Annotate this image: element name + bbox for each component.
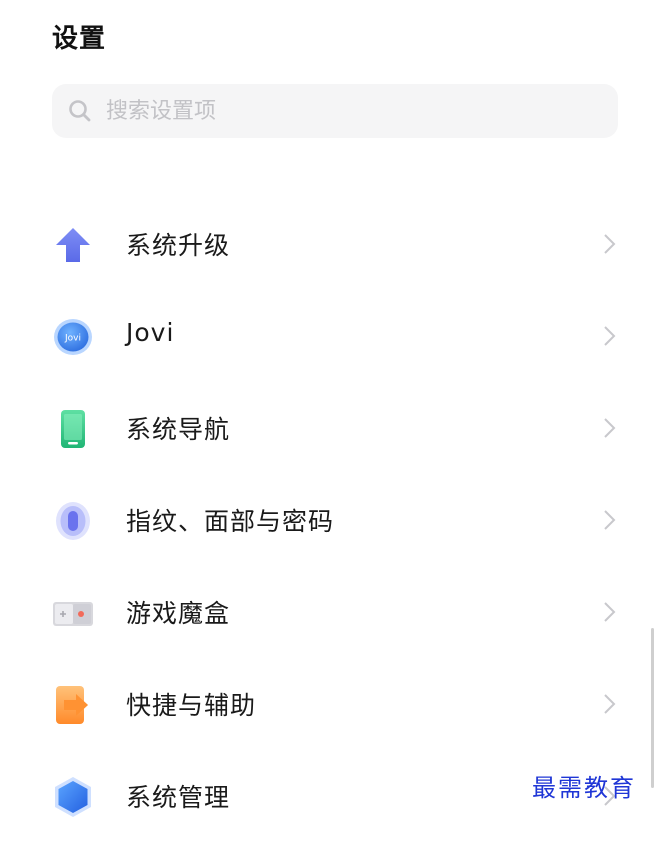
search-icon [66,97,94,125]
settings-item-jovi[interactable]: Jovi Jovi [0,290,655,382]
settings-item-label: 快捷与辅助 [126,691,257,720]
page-title: 设置 [52,24,107,54]
game-box-icon [52,592,94,634]
fingerprint-icon [52,500,94,542]
shortcut-icon [52,684,94,726]
chevron-right-icon [600,232,618,256]
chevron-right-icon [600,600,618,624]
jovi-icon: Jovi [52,316,94,358]
search-input[interactable] [106,91,586,131]
settings-item-label: 系统导航 [126,415,231,444]
settings-item-label: 系统管理 [126,783,231,812]
chevron-right-icon [600,416,618,440]
chevron-right-icon [600,324,618,348]
scrollbar[interactable] [651,628,654,788]
settings-item-game-box[interactable]: 游戏魔盒 [0,566,655,658]
settings-item-system-navigation[interactable]: 系统导航 [0,382,655,474]
settings-item-label: Jovi [126,318,175,347]
settings-item-label: 指纹、面部与密码 [126,507,335,536]
svg-text:Jovi: Jovi [64,334,81,344]
settings-item-label: 游戏魔盒 [126,599,231,628]
chevron-right-icon [600,508,618,532]
chevron-right-icon [600,692,618,716]
search-bar[interactable] [52,84,618,138]
phone-navigation-icon [52,408,94,450]
watermark: 最需教育 [532,774,636,802]
settings-item-system-upgrade[interactable]: 系统升级 [0,198,655,290]
system-management-hexagon-icon [52,776,94,818]
settings-item-label: 系统升级 [126,231,231,260]
settings-list: 系统升级 Jovi Jovi 系统导航 指纹、面部与密码 游戏魔盒 快捷与辅助 … [0,198,655,842]
system-upgrade-arrow-icon [52,224,94,266]
settings-item-shortcuts-accessibility[interactable]: 快捷与辅助 [0,658,655,750]
settings-item-fingerprint-face-password[interactable]: 指纹、面部与密码 [0,474,655,566]
